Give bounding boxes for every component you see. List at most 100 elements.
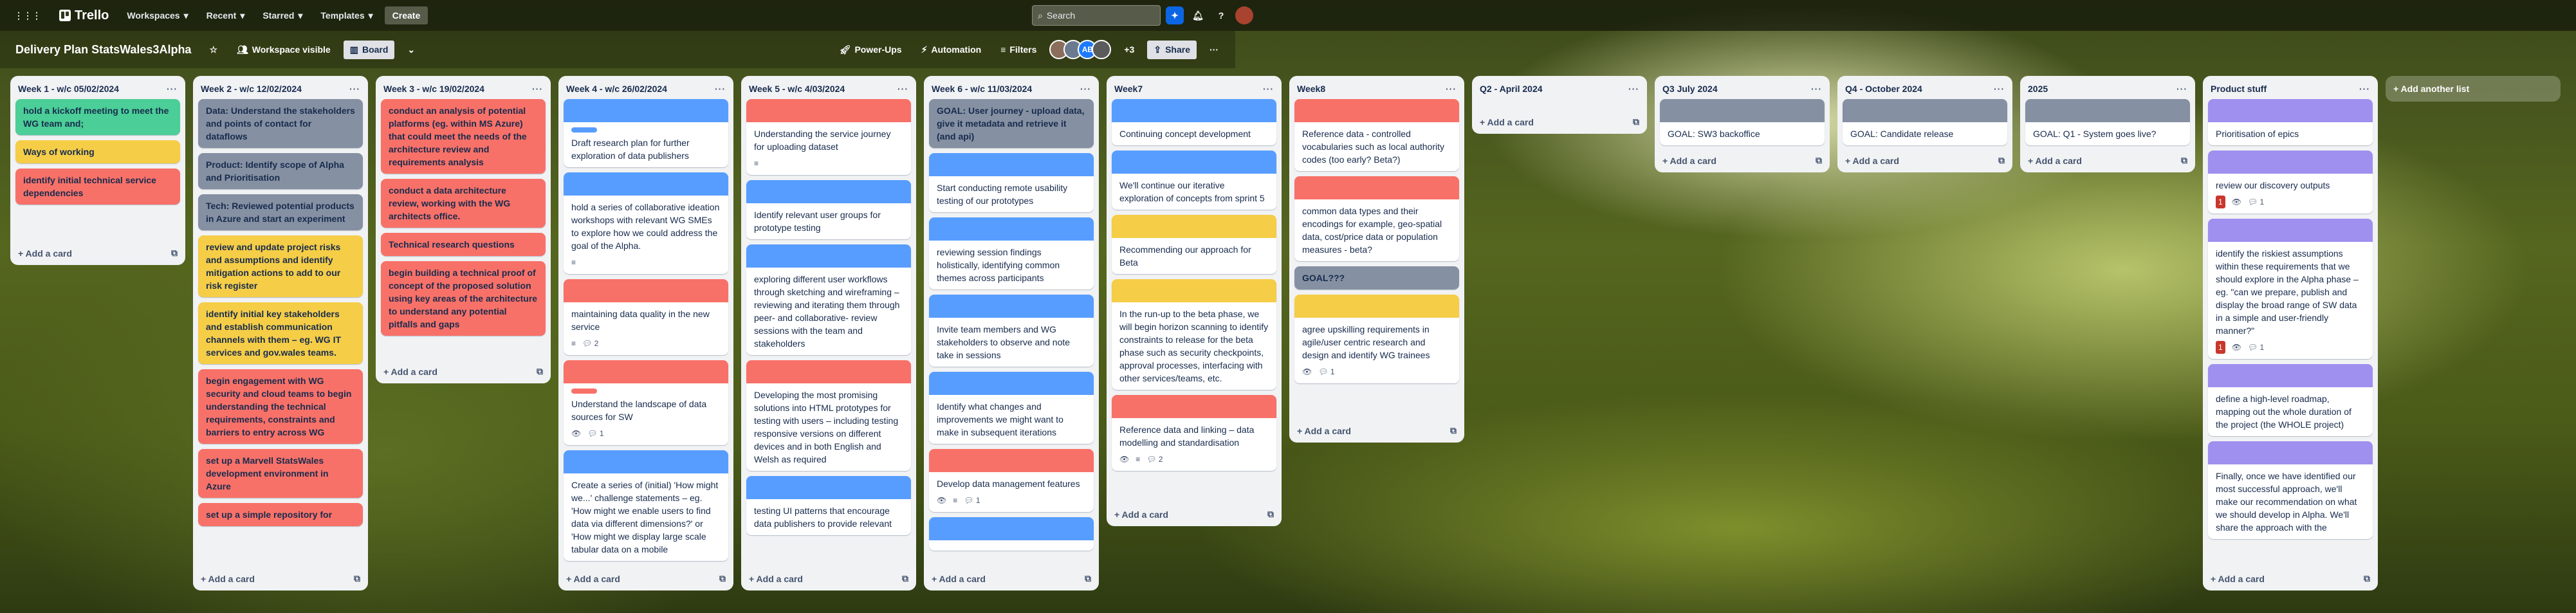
add-card-button[interactable]: + Add a card ⧉ xyxy=(924,567,1099,590)
list-header[interactable]: Week 5 - w/c 4/03/2024 ··· xyxy=(741,81,916,99)
list-title[interactable]: Week 6 - w/c 11/03/2024 xyxy=(932,84,1032,94)
list-menu-icon[interactable]: ··· xyxy=(167,84,178,94)
card[interactable]: GOAL: User journey - upload data, give i… xyxy=(929,99,1094,148)
list-title[interactable]: Week 1 - w/c 05/02/2024 xyxy=(18,84,119,94)
card[interactable]: common data types and their encodings fo… xyxy=(1294,176,1459,261)
card[interactable]: Invite team members and WG stakeholders … xyxy=(929,295,1094,367)
app-switcher-icon[interactable]: ⋮⋮⋮ xyxy=(8,6,48,25)
list-header[interactable]: Week 6 - w/c 11/03/2024 ··· xyxy=(924,81,1099,99)
list-title[interactable]: Q3 July 2024 xyxy=(1662,84,1718,94)
atlassian-intelligence-icon[interactable]: ✦ xyxy=(1166,6,1184,24)
board-title[interactable]: Delivery Plan StatsWales3Alpha xyxy=(10,41,196,59)
card[interactable]: Develop data management features 👁︎ ≡ 💬︎ 1 xyxy=(929,449,1094,512)
card[interactable]: We'll continue our iterative exploration… xyxy=(1112,151,1276,210)
list-menu-icon[interactable]: ··· xyxy=(1994,84,2005,94)
list-header[interactable]: 2025 ··· xyxy=(2020,81,2195,99)
card[interactable]: Draft research plan for further explorat… xyxy=(564,99,728,167)
create-from-template-icon[interactable]: ⧉ xyxy=(2181,155,2187,166)
card[interactable]: begin engagement with WG security and cl… xyxy=(198,369,363,444)
create-from-template-icon[interactable]: ⧉ xyxy=(1998,155,2005,166)
list-title[interactable]: Week 5 - w/c 4/03/2024 xyxy=(749,84,845,94)
card[interactable] xyxy=(929,517,1094,551)
add-card-button[interactable]: + Add a card ⧉ xyxy=(1289,419,1464,443)
more-members-count[interactable]: +3 xyxy=(1118,41,1141,59)
card[interactable]: Finally, once we have identified our mos… xyxy=(2208,441,2373,539)
card[interactable]: Reference data and linking – data modell… xyxy=(1112,395,1276,471)
card[interactable]: identify initial technical service depen… xyxy=(15,169,180,205)
card[interactable]: identify initial key stakeholders and es… xyxy=(198,302,363,364)
list-title[interactable]: Week 2 - w/c 12/02/2024 xyxy=(201,84,302,94)
list-menu-icon[interactable]: ··· xyxy=(715,84,726,94)
card[interactable]: reviewing session findings holistically,… xyxy=(929,217,1094,289)
list-menu-icon[interactable]: ··· xyxy=(349,84,360,94)
card[interactable]: review and update project risks and assu… xyxy=(198,235,363,297)
add-card-button[interactable]: + Add a card ⧉ xyxy=(1107,502,1282,526)
card[interactable]: GOAL: Candidate release xyxy=(1843,99,2007,145)
card[interactable]: exploring different user workflows throu… xyxy=(746,244,911,355)
add-card-button[interactable]: + Add a card ⧉ xyxy=(1472,110,1647,134)
list-title[interactable]: Product stuff xyxy=(2211,84,2267,94)
add-card-button[interactable]: + Add a card ⧉ xyxy=(10,241,185,265)
card[interactable]: In the run-up to the beta phase, we will… xyxy=(1112,279,1276,390)
notifications-bell-icon[interactable]: 🔔︎ xyxy=(1189,6,1207,24)
card[interactable]: Data: Understand the stakeholders and po… xyxy=(198,99,363,148)
add-card-button[interactable]: + Add a card ⧉ xyxy=(1655,149,1830,172)
list-title[interactable]: Week 4 - w/c 26/02/2024 xyxy=(566,84,667,94)
starred-menu[interactable]: Starred ▾ xyxy=(256,6,309,25)
list-menu-icon[interactable]: ··· xyxy=(1446,84,1457,94)
board-view-tab[interactable]: ▥ Board xyxy=(343,40,395,59)
list-header[interactable]: Q3 July 2024 ··· xyxy=(1655,81,1830,99)
add-card-button[interactable]: + Add a card ⧉ xyxy=(1837,149,2012,172)
list-title[interactable]: Q4 - October 2024 xyxy=(1845,84,1922,94)
view-switcher-chevron-icon[interactable]: ⌄ xyxy=(401,41,421,59)
list-header[interactable]: Week7 ··· xyxy=(1107,81,1282,99)
list-menu-icon[interactable]: ··· xyxy=(2176,84,2187,94)
card[interactable]: agree upskilling requirements in agile/u… xyxy=(1294,295,1459,383)
add-card-button[interactable]: + Add a card ⧉ xyxy=(376,360,551,383)
card[interactable]: testing UI patterns that encourage data … xyxy=(746,476,911,535)
card[interactable]: Understand the landscape of data sources… xyxy=(564,360,728,445)
card[interactable]: define a high-level roadmap, mapping out… xyxy=(2208,364,2373,436)
card[interactable]: Understanding the service journey for up… xyxy=(746,99,911,175)
help-icon[interactable]: ? xyxy=(1212,6,1230,24)
card[interactable]: review our discovery outputs 1 👁︎ 💬︎ 1 xyxy=(2208,151,2373,214)
add-card-button[interactable]: + Add a card ⧉ xyxy=(741,567,916,590)
card[interactable]: GOAL??? xyxy=(1294,266,1459,289)
add-card-button[interactable]: + Add a card ⧉ xyxy=(558,567,733,590)
list-menu-icon[interactable]: ··· xyxy=(1263,84,1274,94)
board-menu-icon[interactable]: ··· xyxy=(1203,41,1225,59)
card[interactable]: conduct an analysis of potential platfor… xyxy=(381,99,546,174)
share-button[interactable]: ⇪ Share xyxy=(1147,40,1197,59)
create-from-template-icon[interactable]: ⧉ xyxy=(1267,509,1274,520)
member-avatar[interactable] xyxy=(1092,40,1112,59)
card[interactable]: Prioritisation of epics xyxy=(2208,99,2373,145)
card[interactable]: identify the riskiest assumptions within… xyxy=(2208,219,2373,359)
list-header[interactable]: Week 3 - w/c 19/02/2024 ··· xyxy=(376,81,551,99)
list-title[interactable]: 2025 xyxy=(2028,84,2048,94)
search-input[interactable]: ⌕ Search xyxy=(1032,5,1161,26)
list-menu-icon[interactable]: ··· xyxy=(897,84,908,94)
list-menu-icon[interactable]: ··· xyxy=(1080,84,1091,94)
create-from-template-icon[interactable]: ⧉ xyxy=(1085,573,1091,584)
create-from-template-icon[interactable]: ⧉ xyxy=(1816,155,1822,166)
powerups-button[interactable]: 🚀︎ Power-Ups xyxy=(833,41,908,59)
card[interactable]: Create a series of (initial) 'How might … xyxy=(564,450,728,561)
recent-menu[interactable]: Recent ▾ xyxy=(200,6,252,25)
star-board-icon[interactable]: ☆ xyxy=(203,41,224,59)
card[interactable]: set up a simple repository for xyxy=(198,503,363,526)
visibility-button[interactable]: 👥︎ Workspace visible xyxy=(230,41,337,59)
workspaces-menu[interactable]: Workspaces ▾ xyxy=(120,6,194,25)
list-menu-icon[interactable]: ··· xyxy=(1628,84,1639,94)
card[interactable]: Start conducting remote usability testin… xyxy=(929,153,1094,212)
create-from-template-icon[interactable]: ⧉ xyxy=(537,366,543,377)
card[interactable]: conduct a data architecture review, work… xyxy=(381,179,546,228)
add-list-button[interactable]: + Add another list xyxy=(2386,76,2561,102)
create-button[interactable]: Create xyxy=(384,6,428,24)
card[interactable]: hold a kickoff meeting to meet the WG te… xyxy=(15,99,180,135)
filters-button[interactable]: ≡ Filters xyxy=(994,41,1043,59)
list-header[interactable]: Week 1 - w/c 05/02/2024 ··· xyxy=(10,81,185,99)
card[interactable]: Identify relevant user groups for protot… xyxy=(746,180,911,239)
user-avatar[interactable] xyxy=(1235,6,1253,24)
list-title[interactable]: Week 3 - w/c 19/02/2024 xyxy=(383,84,484,94)
templates-menu[interactable]: Templates ▾ xyxy=(314,6,379,25)
